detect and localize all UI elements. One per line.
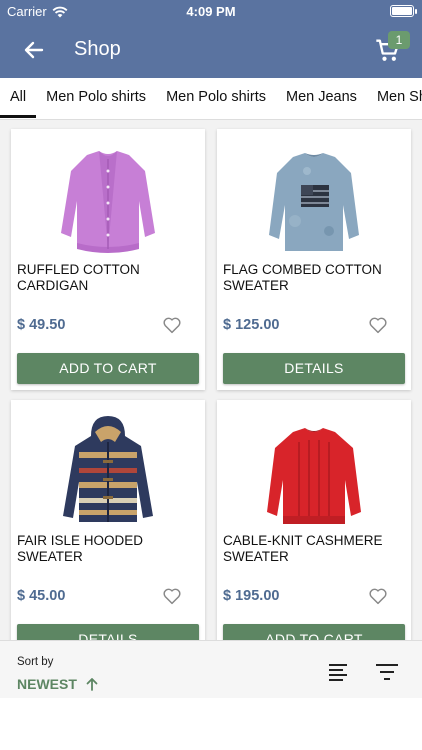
product-price: $ 49.50 bbox=[17, 317, 66, 333]
product-price: $ 195.00 bbox=[223, 588, 280, 604]
sort-by-label: Sort by bbox=[17, 656, 54, 668]
app-header: Carrier 4:09 PM Shop 1 bbox=[0, 0, 422, 78]
back-arrow-icon[interactable] bbox=[22, 38, 46, 62]
heart-icon[interactable] bbox=[367, 314, 389, 336]
tab-men-jeans[interactable]: Men Jeans bbox=[276, 78, 367, 118]
sort-value-label: NEWEST bbox=[17, 676, 77, 692]
heart-icon[interactable] bbox=[161, 585, 183, 607]
tab-men-polo-shirts-2[interactable]: Men Polo shirts bbox=[156, 78, 276, 118]
product-card[interactable]: FLAG COMBED COTTON SWEATER $ 125.00 DETA… bbox=[217, 129, 411, 390]
tab-all[interactable]: All bbox=[0, 78, 37, 118]
product-name: RUFFLED COTTON CARDIGAN bbox=[17, 262, 140, 293]
arrow-up-icon bbox=[86, 678, 98, 691]
shop-screen: Carrier 4:09 PM Shop 1 All Men Polo shir… bbox=[0, 0, 422, 750]
tab-men-polo-shirts[interactable]: Men Polo shirts bbox=[36, 78, 156, 118]
add-to-cart-button[interactable]: ADD TO CART bbox=[223, 624, 405, 640]
page-title: Shop bbox=[74, 38, 121, 60]
product-price: $ 45.00 bbox=[17, 588, 66, 604]
heart-icon[interactable] bbox=[161, 314, 183, 336]
category-tabs: All Men Polo shirts Men Polo shirts Men Jea… bbox=[0, 78, 422, 120]
product-image-red-sweater bbox=[267, 428, 361, 524]
add-to-cart-button[interactable]: ADD TO CART bbox=[17, 353, 199, 384]
product-price: $ 125.00 bbox=[223, 317, 280, 333]
toolbar: Shop 1 bbox=[0, 22, 422, 78]
cart-count-badge: 1 bbox=[388, 31, 410, 49]
sort-newest-button[interactable]: NEWEST bbox=[17, 676, 99, 692]
filter-icon[interactable] bbox=[376, 663, 398, 681]
sort-bar: Sort by NEWEST bbox=[0, 640, 422, 698]
product-grid: RUFFLED COTTON CARDIGAN $ 49.50 ADD TO C… bbox=[0, 120, 422, 640]
tab-men-shirts[interactable]: Men Shirts bbox=[367, 78, 422, 118]
status-time: 4:09 PM bbox=[186, 4, 236, 19]
bottom-safe-area bbox=[0, 698, 422, 750]
product-image-fair-isle-hoodie bbox=[63, 416, 153, 522]
battery-icon bbox=[390, 5, 417, 17]
details-button[interactable]: DETAILS bbox=[17, 624, 199, 640]
product-image-flag-sweater bbox=[269, 153, 359, 251]
product-name: FAIR ISLE HOODED SWEATER bbox=[17, 533, 144, 564]
status-bar: Carrier 4:09 PM bbox=[0, 0, 422, 22]
heart-icon[interactable] bbox=[367, 585, 389, 607]
list-view-icon[interactable] bbox=[328, 663, 348, 681]
product-name: FLAG COMBED COTTON SWEATER bbox=[223, 262, 382, 293]
product-card[interactable]: FAIR ISLE HOODED SWEATER $ 45.00 DETAILS bbox=[11, 400, 205, 640]
product-name: CABLE-KNIT CASHMERE SWEATER bbox=[223, 533, 383, 564]
product-card[interactable]: CABLE-KNIT CASHMERE SWEATER $ 195.00 ADD… bbox=[217, 400, 411, 640]
product-image-purple-cardigan bbox=[61, 151, 155, 253]
product-card[interactable]: RUFFLED COTTON CARDIGAN $ 49.50 ADD TO C… bbox=[11, 129, 205, 390]
details-button[interactable]: DETAILS bbox=[223, 353, 405, 384]
